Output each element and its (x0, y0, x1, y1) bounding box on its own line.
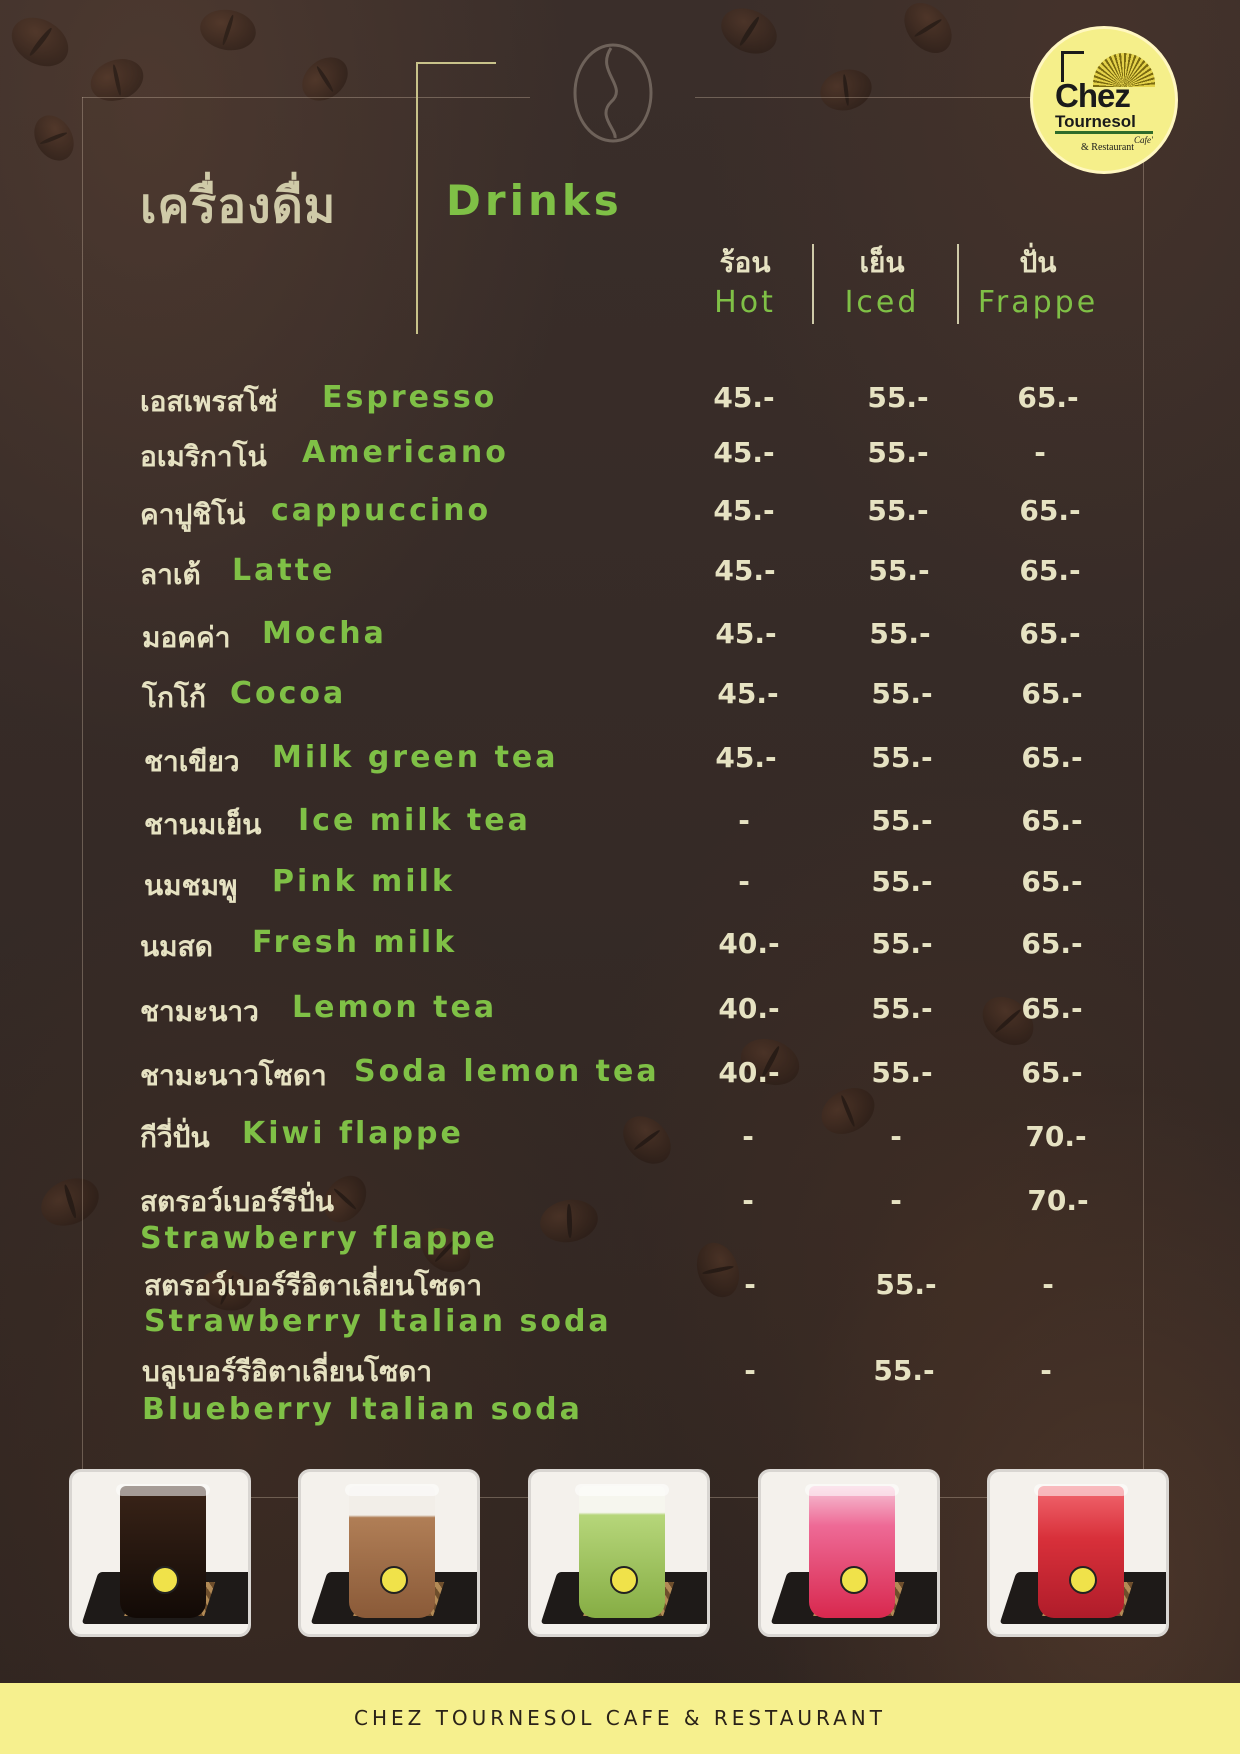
item-name-english: Strawberry flappe (140, 1221, 498, 1256)
price-hot: - (744, 1268, 756, 1301)
footer-brand: CHEZ TOURNESOL CAFE & RESTAURANT (0, 1683, 1240, 1754)
coffee-bean-icon (573, 43, 653, 143)
price-hot: - (742, 1184, 754, 1217)
price-iced: 55.- (873, 1354, 935, 1387)
price-frappe: 70.- (1027, 1184, 1089, 1217)
column-header-frappe: ปั่น Frappe (977, 246, 1099, 320)
price-iced: 55.- (869, 617, 931, 650)
item-name-thai: โกโก้ (142, 681, 206, 714)
price-iced: 55.- (867, 436, 929, 469)
price-iced: 55.- (871, 804, 933, 837)
item-name-english: Pink milk (272, 864, 455, 899)
price-iced: 55.- (871, 865, 933, 898)
iced-mocha-photo (298, 1469, 480, 1637)
price-iced: 55.- (868, 554, 930, 587)
price-iced: 55.- (871, 992, 933, 1025)
item-name-thai: ชาเขียว (144, 745, 240, 778)
price-frappe: 65.- (1021, 741, 1083, 774)
price-hot: 45.- (714, 554, 776, 587)
price-hot: 45.- (713, 436, 775, 469)
price-frappe: 65.- (1021, 1056, 1083, 1089)
price-frappe: 65.- (1019, 554, 1081, 587)
price-hot: - (738, 804, 750, 837)
item-name-english: Blueberry Italian soda (142, 1392, 583, 1427)
price-iced: 55.- (871, 927, 933, 960)
green-tea-frappe-photo (528, 1469, 710, 1637)
pink-soda-photo (758, 1469, 940, 1637)
logo-cafe: Cafe' (1134, 135, 1153, 145)
item-name-english: Lemon tea (292, 990, 498, 1025)
item-name-thai: สตรอว์เบอร์รีอิตาเลี่ยนโซดา (144, 1269, 483, 1302)
iced-americano-photo (69, 1469, 251, 1637)
item-name-thai: นมสด (140, 930, 213, 963)
page-title-english: Drinks (446, 176, 623, 225)
price-frappe: - (1042, 1268, 1054, 1301)
item-name-thai: ชานมเย็น (144, 808, 262, 841)
price-hot: - (742, 1120, 754, 1153)
item-name-thai: นมชมพู (144, 869, 238, 902)
item-name-thai: เอสเพรสโซ่ (140, 385, 278, 418)
price-iced: 55.- (867, 381, 929, 414)
chez-tournesol-logo: Chez Tournesol Cafe' & Restaurant (1030, 26, 1178, 174)
price-iced: 55.- (871, 741, 933, 774)
price-hot: - (744, 1354, 756, 1387)
price-hot: 40.- (718, 992, 780, 1025)
logo-name: Chez (1055, 77, 1131, 114)
price-frappe: 65.- (1019, 494, 1081, 527)
price-frappe: 65.- (1021, 804, 1083, 837)
logo-restaurant: & Restaurant (1081, 142, 1135, 153)
item-name-thai: ชามะนาว (140, 995, 259, 1028)
item-name-english: Strawberry Italian soda (144, 1304, 612, 1339)
logo-subname: Tournesol (1055, 112, 1136, 131)
item-name-english: Latte (232, 553, 336, 588)
price-iced: 55.- (875, 1268, 937, 1301)
page-title-thai: เครื่องดื่ม (140, 178, 337, 234)
price-frappe: 65.- (1021, 677, 1083, 710)
price-hot: 45.- (717, 677, 779, 710)
price-frappe: 65.- (1021, 992, 1083, 1025)
price-hot: 45.- (713, 381, 775, 414)
price-iced: - (890, 1120, 902, 1153)
item-name-english: Fresh milk (252, 925, 458, 960)
price-hot: 40.- (718, 1056, 780, 1089)
price-iced: 55.- (871, 1056, 933, 1089)
price-frappe: 65.- (1021, 865, 1083, 898)
title-bracket-vertical (416, 62, 418, 334)
price-hot: - (738, 865, 750, 898)
price-hot: 45.- (715, 617, 777, 650)
item-name-english: Americano (302, 435, 509, 470)
price-frappe: 65.- (1021, 927, 1083, 960)
item-name-thai: ลาเต้ (140, 558, 201, 591)
column-header-iced: เย็น Iced (844, 246, 920, 320)
item-name-thai: อเมริกาโน่ (140, 440, 267, 473)
price-hot: 45.- (715, 741, 777, 774)
price-frappe: 65.- (1019, 617, 1081, 650)
price-iced: 55.- (871, 677, 933, 710)
item-name-english: Milk green tea (272, 740, 559, 775)
item-name-thai: คาปูชิโน่ (140, 498, 246, 531)
item-name-english: Soda lemon tea (354, 1054, 660, 1089)
item-name-english: Kiwi flappe (242, 1116, 464, 1151)
price-frappe: - (1034, 436, 1046, 469)
item-name-english: Ice milk tea (298, 803, 531, 838)
price-iced: - (890, 1184, 902, 1217)
item-name-english: Mocha (262, 616, 387, 651)
strawberry-frappe-photo (987, 1469, 1169, 1637)
item-name-thai: มอคค่า (142, 621, 231, 654)
price-frappe: 70.- (1025, 1120, 1087, 1153)
title-bracket-horizontal (416, 62, 496, 64)
frame-top-left-line (82, 97, 530, 98)
item-name-thai: บลูเบอร์รีอิตาเลี่ยนโซดา (142, 1355, 433, 1388)
item-name-thai: สตรอว์เบอร์รีปั่น (140, 1185, 335, 1218)
price-frappe: 65.- (1017, 381, 1079, 414)
price-hot: 40.- (718, 927, 780, 960)
item-name-thai: ชามะนาวโซดา (140, 1059, 327, 1092)
item-name-english: Espresso (322, 380, 498, 415)
price-hot: 45.- (713, 494, 775, 527)
item-name-english: Cocoa (230, 676, 347, 711)
item-name-english: cappuccino (271, 493, 492, 528)
price-iced: 55.- (867, 494, 929, 527)
price-frappe: - (1040, 1354, 1052, 1387)
item-name-thai: กีวี่ปั่น (140, 1121, 210, 1154)
